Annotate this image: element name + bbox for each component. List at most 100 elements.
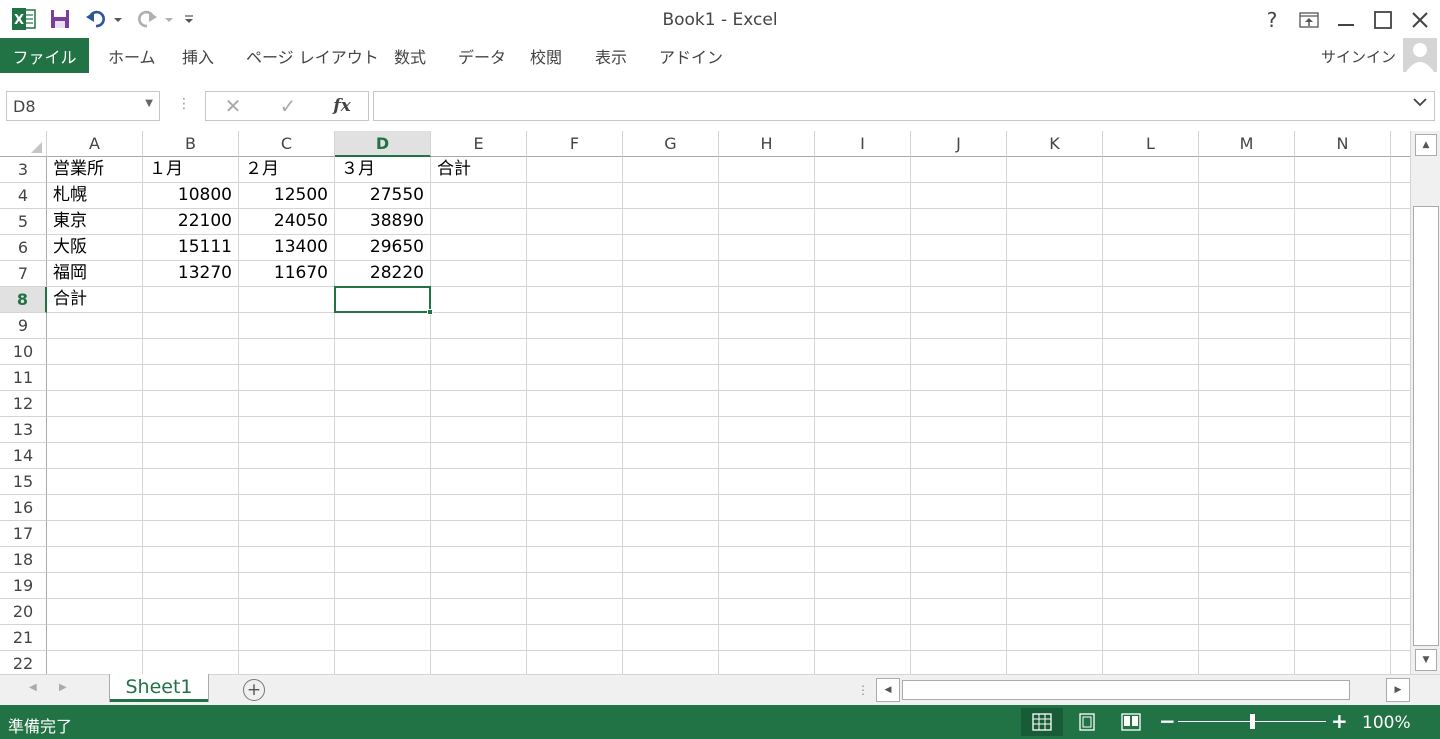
cell-c7[interactable]: 11670 <box>239 261 335 287</box>
cell-c20[interactable] <box>239 599 335 625</box>
cell-m5[interactable] <box>1199 209 1295 235</box>
cancel-icon[interactable]: ✕ <box>218 94 248 118</box>
cell-m21[interactable] <box>1199 625 1295 651</box>
cell-k9[interactable] <box>1007 313 1103 339</box>
cell-i10[interactable] <box>815 339 911 365</box>
cell-f7[interactable] <box>527 261 623 287</box>
cell-h19[interactable] <box>719 573 815 599</box>
select-all-corner[interactable] <box>0 131 47 157</box>
cell-f16[interactable] <box>527 495 623 521</box>
cell-e17[interactable] <box>431 521 527 547</box>
cell-m17[interactable] <box>1199 521 1295 547</box>
normal-view-icon[interactable] <box>1021 708 1063 736</box>
cell-k7[interactable] <box>1007 261 1103 287</box>
cell-e15[interactable] <box>431 469 527 495</box>
cell-a10[interactable] <box>47 339 143 365</box>
cell-filler-16[interactable] <box>1391 495 1410 521</box>
row-header-20[interactable]: 20 <box>0 599 47 625</box>
cell-g19[interactable] <box>623 573 719 599</box>
cell-filler-17[interactable] <box>1391 521 1410 547</box>
row-header-5[interactable]: 5 <box>0 209 47 235</box>
cell-h11[interactable] <box>719 365 815 391</box>
cell-c21[interactable] <box>239 625 335 651</box>
column-header-d[interactable]: D <box>335 131 431 157</box>
cell-g4[interactable] <box>623 183 719 209</box>
cell-b7[interactable]: 13270 <box>143 261 239 287</box>
cell-k4[interactable] <box>1007 183 1103 209</box>
cell-j21[interactable] <box>911 625 1007 651</box>
cell-filler-19[interactable] <box>1391 573 1410 599</box>
cell-l17[interactable] <box>1103 521 1199 547</box>
cell-g13[interactable] <box>623 417 719 443</box>
cell-b8[interactable] <box>143 287 239 313</box>
cell-d7[interactable]: 28220 <box>335 261 431 287</box>
cell-h18[interactable] <box>719 547 815 573</box>
cell-d22[interactable] <box>335 651 431 674</box>
column-header-g[interactable]: G <box>623 131 719 157</box>
cell-n13[interactable] <box>1295 417 1391 443</box>
cell-m4[interactable] <box>1199 183 1295 209</box>
cell-e13[interactable] <box>431 417 527 443</box>
cell-e7[interactable] <box>431 261 527 287</box>
cell-b10[interactable] <box>143 339 239 365</box>
cell-l10[interactable] <box>1103 339 1199 365</box>
tab-page-layout[interactable]: ページ レイアウト <box>246 38 379 73</box>
scroll-up-icon[interactable]: ▲ <box>1415 134 1437 156</box>
sheet-tab[interactable]: Sheet1 <box>110 674 208 702</box>
cell-m13[interactable] <box>1199 417 1295 443</box>
cell-k12[interactable] <box>1007 391 1103 417</box>
cell-e12[interactable] <box>431 391 527 417</box>
cell-j9[interactable] <box>911 313 1007 339</box>
formula-input[interactable] <box>373 91 1435 121</box>
cell-d21[interactable] <box>335 625 431 651</box>
cell-e4[interactable] <box>431 183 527 209</box>
cell-c16[interactable] <box>239 495 335 521</box>
cell-b17[interactable] <box>143 521 239 547</box>
cell-b13[interactable] <box>143 417 239 443</box>
cell-d10[interactable] <box>335 339 431 365</box>
cell-m14[interactable] <box>1199 443 1295 469</box>
maximize-button[interactable] <box>1368 6 1398 34</box>
cell-k17[interactable] <box>1007 521 1103 547</box>
cell-filler-5[interactable] <box>1391 209 1410 235</box>
cell-g21[interactable] <box>623 625 719 651</box>
cell-i18[interactable] <box>815 547 911 573</box>
cell-c9[interactable] <box>239 313 335 339</box>
cell-k13[interactable] <box>1007 417 1103 443</box>
cell-b16[interactable] <box>143 495 239 521</box>
cell-c15[interactable] <box>239 469 335 495</box>
cell-j13[interactable] <box>911 417 1007 443</box>
cell-f22[interactable] <box>527 651 623 674</box>
cell-h3[interactable] <box>719 157 815 183</box>
cell-j6[interactable] <box>911 235 1007 261</box>
zoom-level[interactable]: 100% <box>1362 713 1411 733</box>
cell-k18[interactable] <box>1007 547 1103 573</box>
cell-k14[interactable] <box>1007 443 1103 469</box>
cell-e22[interactable] <box>431 651 527 674</box>
cell-filler-21[interactable] <box>1391 625 1410 651</box>
cell-b5[interactable]: 22100 <box>143 209 239 235</box>
cell-l22[interactable] <box>1103 651 1199 674</box>
vertical-scrollbar[interactable]: ▲ ▼ <box>1410 131 1440 674</box>
column-header-b[interactable]: B <box>143 131 239 157</box>
cell-g18[interactable] <box>623 547 719 573</box>
cell-k11[interactable] <box>1007 365 1103 391</box>
cell-filler-10[interactable] <box>1391 339 1410 365</box>
cell-e11[interactable] <box>431 365 527 391</box>
cell-c18[interactable] <box>239 547 335 573</box>
cell-a5[interactable]: 東京 <box>47 209 143 235</box>
cell-l8[interactable] <box>1103 287 1199 313</box>
row-header-9[interactable]: 9 <box>0 313 47 339</box>
cell-l6[interactable] <box>1103 235 1199 261</box>
row-header-19[interactable]: 19 <box>0 573 47 599</box>
cell-b6[interactable]: 15111 <box>143 235 239 261</box>
cell-j10[interactable] <box>911 339 1007 365</box>
cell-a6[interactable]: 大阪 <box>47 235 143 261</box>
cell-filler-22[interactable] <box>1391 651 1410 674</box>
cell-h16[interactable] <box>719 495 815 521</box>
tab-review[interactable]: 校閲 <box>530 38 562 73</box>
cell-j14[interactable] <box>911 443 1007 469</box>
cell-b20[interactable] <box>143 599 239 625</box>
cell-j19[interactable] <box>911 573 1007 599</box>
ribbon-display-options-icon[interactable] <box>1294 6 1324 34</box>
